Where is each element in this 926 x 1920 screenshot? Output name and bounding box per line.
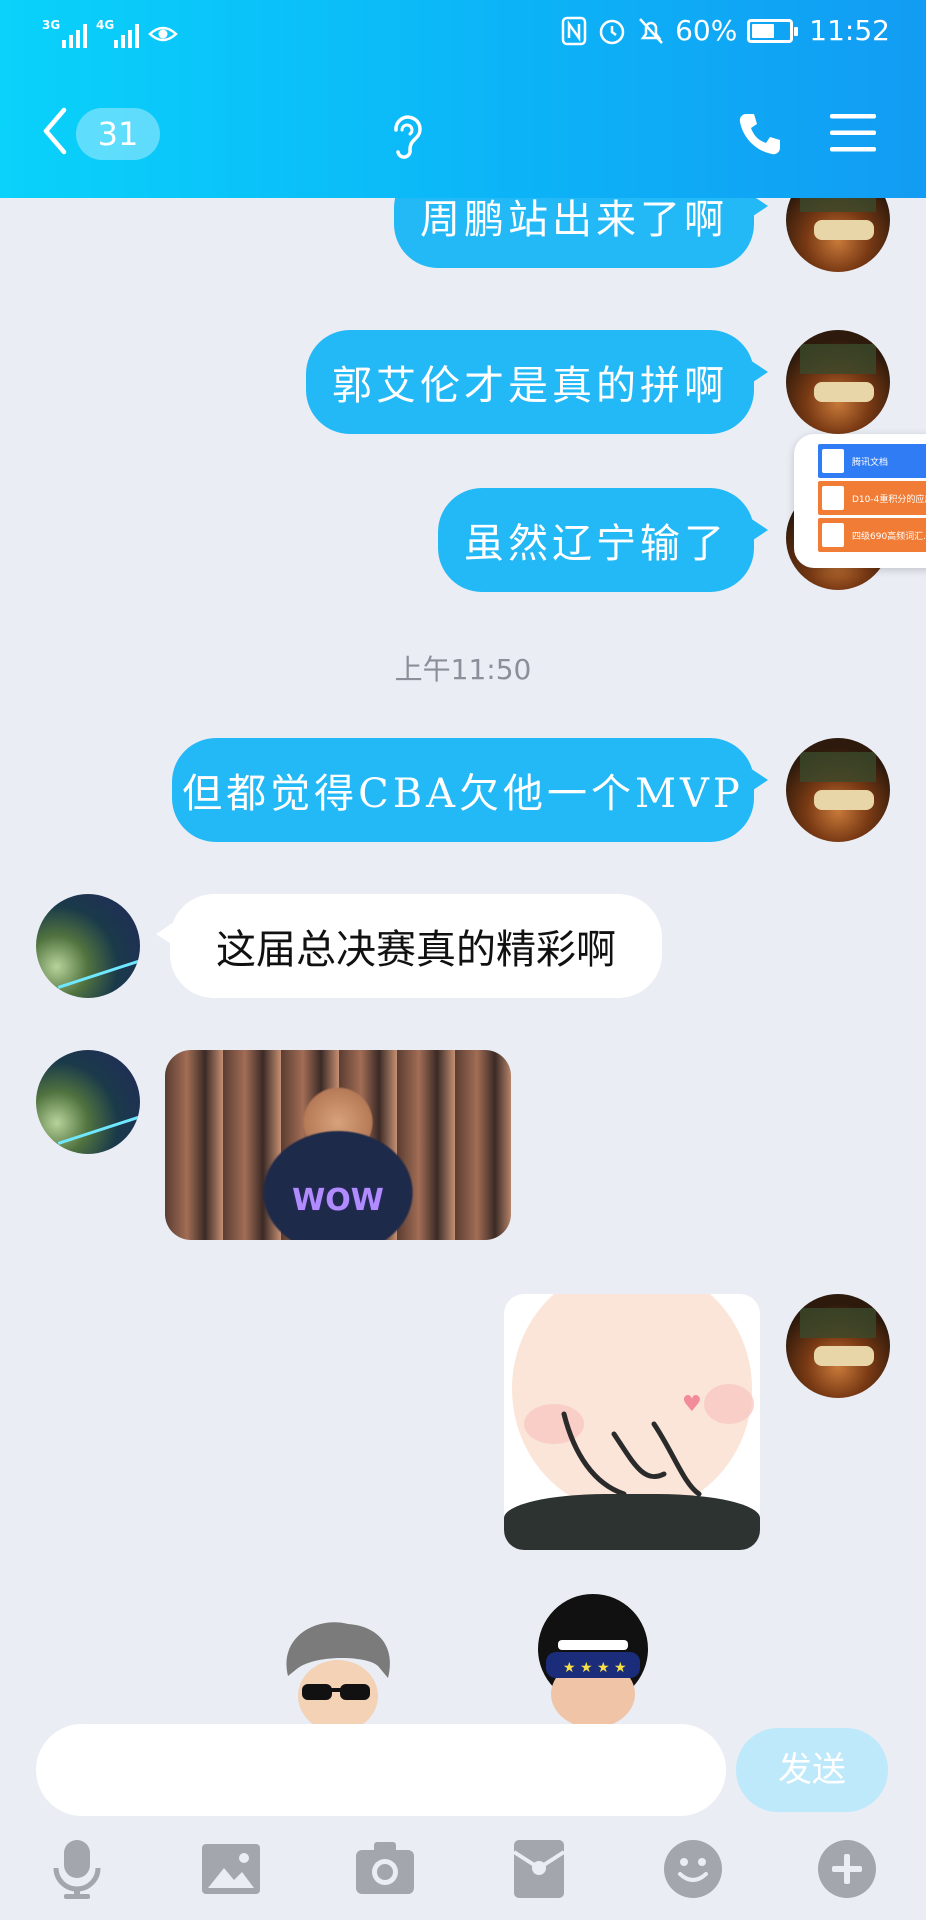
sticker-message[interactable]: ♥	[504, 1294, 760, 1550]
menu-icon[interactable]	[830, 112, 876, 154]
message-bubble-sent[interactable]: 周鹏站出来了啊	[394, 198, 768, 268]
status-bar: 3G 4G 60% 11:52	[0, 0, 926, 68]
header: 3G 4G 60% 11:52 31	[0, 0, 926, 198]
send-button[interactable]: 发送	[736, 1728, 888, 1812]
widget-item-label: 腾讯文档	[852, 457, 889, 468]
avatar-contact[interactable]	[36, 894, 140, 998]
red-packet-icon[interactable]	[508, 1838, 570, 1900]
widget-item-label: D10-4重积分的应用.pp	[852, 494, 926, 505]
network-type-1: 3G	[42, 18, 61, 32]
svg-text:★ ★ ★ ★: ★ ★ ★ ★	[563, 1660, 627, 1676]
status-right: 60% 11:52	[561, 14, 890, 47]
widget-item-docs[interactable]: 腾讯文档	[818, 444, 926, 478]
message-list[interactable]: 周鹏站出来了啊 郭艾伦才是真的拼啊 虽然辽宁输了 腾讯文档 D10-4重积分的应…	[0, 198, 926, 1724]
avatar-me[interactable]	[786, 738, 890, 842]
message-bubble-received[interactable]: 这届总决赛真的精彩啊	[156, 894, 662, 998]
signal-icon-2	[114, 22, 139, 48]
microphone-icon[interactable]	[46, 1838, 108, 1900]
ppt-file-icon	[822, 486, 844, 510]
avatar-contact[interactable]	[36, 1050, 140, 1154]
word-file-icon	[822, 523, 844, 547]
message-input[interactable]	[36, 1724, 726, 1816]
message-timestamp: 上午11:50	[394, 653, 532, 686]
message-bubble-sent[interactable]: 但都觉得CBA欠他一个MVP	[172, 738, 768, 842]
widget-item-file[interactable]: 四级690高频词汇.docx	[818, 518, 926, 552]
battery-fill	[752, 23, 775, 38]
emoji-icon[interactable]	[662, 1838, 724, 1900]
message-text: 虽然辽宁输了	[464, 521, 728, 567]
back-chevron-icon[interactable]	[40, 106, 70, 156]
mute-bell-icon	[639, 17, 663, 44]
widget-item-label: 四级690高频词汇.docx	[852, 531, 926, 542]
avatar-me[interactable]	[786, 198, 890, 272]
message-text: 这届总决赛真的精彩啊	[216, 927, 616, 973]
message-text: 郭艾伦才是真的拼啊	[332, 363, 728, 409]
message-text: 周鹏站出来了啊	[420, 198, 728, 243]
cartoon-avatar-afro[interactable]: ★ ★ ★ ★	[518, 1594, 668, 1724]
ear-icon[interactable]	[386, 112, 426, 160]
signal-icon-1	[62, 22, 87, 48]
plus-icon[interactable]	[816, 1838, 878, 1900]
nfc-icon	[561, 16, 587, 45]
widget-item-file[interactable]: D10-4重积分的应用.pp	[818, 481, 926, 515]
gif-message[interactable]: WOW	[165, 1050, 511, 1240]
floating-doc-widget[interactable]: 腾讯文档 D10-4重积分的应用.pp 四级690高频词汇.docx	[794, 434, 926, 568]
avatar-me[interactable]	[786, 330, 890, 434]
status-time: 11:52	[809, 14, 890, 47]
image-icon[interactable]	[200, 1838, 262, 1900]
gif-caption: WOW	[292, 1183, 384, 1218]
battery-percent: 60%	[675, 14, 738, 47]
message-bubble-sent[interactable]: 虽然辽宁输了	[438, 488, 768, 592]
message-text: 但都觉得CBA欠他一个MVP	[182, 771, 744, 817]
camera-icon[interactable]	[354, 1838, 416, 1900]
docs-app-icon	[822, 449, 844, 473]
cartoon-avatar-man[interactable]	[278, 1616, 398, 1724]
avatar-me[interactable]	[786, 1294, 890, 1398]
network-type-2: 4G	[96, 18, 115, 32]
battery-icon	[747, 18, 799, 43]
unread-count-badge[interactable]: 31	[76, 108, 160, 160]
alarm-icon	[599, 19, 625, 44]
eye-icon	[148, 26, 178, 42]
message-bubble-sent[interactable]: 郭艾伦才是真的拼啊	[306, 330, 768, 434]
phone-icon[interactable]	[736, 110, 784, 158]
chat-screen: 3G 4G 60% 11:52 31 周鹏站出来了啊 郭艾伦才是真的拼啊 虽然辽…	[0, 0, 926, 1920]
